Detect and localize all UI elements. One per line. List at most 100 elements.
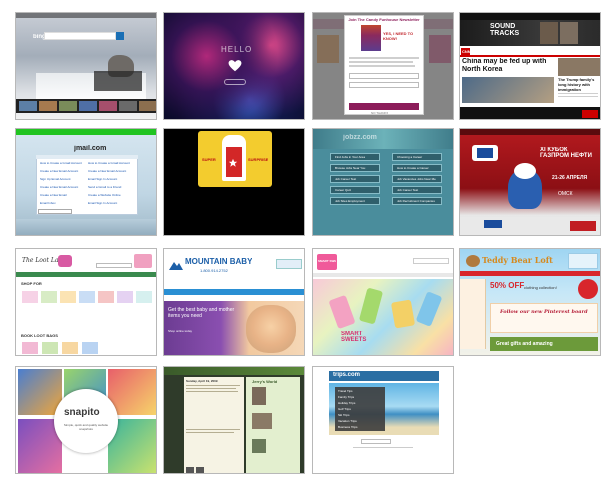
thumbnail-trips[interactable]: trips.com Travel Tips Family Trips Holid… [312, 366, 454, 474]
menu-item-6[interactable]: Vacation Trips [338, 419, 382, 423]
link-5[interactable]: Create a New Email [40, 193, 86, 197]
candy-man-image [361, 25, 381, 51]
cell-5-label: Job Career Test [335, 177, 357, 181]
link-9[interactable]: Email Sign In Account [88, 177, 136, 181]
smart-sweets-logo-text: SMART SWEETS [318, 259, 336, 263]
cell-10-label: Job Recruitment Companies [397, 199, 435, 203]
thumbnail-gazprom-hockey[interactable]: XI КУБОК ГАЗПРОМ НЕФТИ 21-26 АПРЕЛЯ ОМСК [459, 128, 601, 236]
blog-header [164, 367, 304, 375]
event-dates: 21-26 АПРЕЛЯ [552, 175, 588, 181]
search-input[interactable] [96, 263, 132, 268]
hero-brand-text: SMART SWEETS [341, 331, 367, 343]
menu-item-1[interactable]: Travel Tips [338, 389, 382, 393]
thumbnail-cnn-soundtracks[interactable]: SOUND TRACKS CNN China may be fed up wit… [459, 12, 601, 120]
blog-title: Jerry's World [252, 379, 278, 384]
promo-text: 50% OFF [490, 281, 525, 290]
thumbnail-bing[interactable]: bing [15, 12, 157, 120]
footer-ticker [460, 107, 600, 119]
search-button[interactable] [116, 32, 124, 40]
headline-image [462, 77, 554, 103]
link-2[interactable]: Create a New Email Account [40, 169, 86, 173]
phone-number: 1.800.914.2752 [200, 268, 228, 273]
snapito-tagline: Simple, quick and quality website snapsh… [63, 423, 109, 431]
link-8[interactable]: Create a New Email Account [88, 169, 136, 173]
search-input[interactable] [361, 439, 391, 444]
pinterest-text: Follow our new Pinterest board [500, 309, 588, 315]
name-field[interactable] [349, 82, 419, 88]
link-10[interactable]: Send a Gmail to a Friend [88, 185, 136, 189]
left-sidebar [460, 279, 486, 349]
thumbnail-snapito[interactable]: snapito Simple, quick and quality websit… [15, 366, 157, 474]
cell-3-label: Browse Jobs Near You [335, 166, 366, 170]
promo-sub: clothing collection! [524, 285, 557, 290]
cell-8-label: Job Career Test [397, 188, 419, 192]
subscribe-button[interactable] [349, 103, 419, 110]
link-1[interactable]: How to Create a Gmail Account [40, 161, 86, 165]
thumbnail-newsletter-popup[interactable]: Join The Candy Funhouse Newsletter YES, … [312, 12, 454, 120]
hero-subtext: Shop online today [168, 329, 193, 333]
menu-item-2[interactable]: Family Trips [338, 395, 382, 399]
thumbnail-jmail[interactable]: jmail.com How to Create a Gmail Account … [15, 128, 157, 236]
cell-4-label: How to Create a Career [397, 166, 429, 170]
cell-1-label: Find Jobs in Your Area [335, 155, 366, 159]
link-7[interactable]: How to Create a Gmail Account [88, 161, 136, 165]
book-loot-bags-heading: BOOK LOOT BAGS [21, 333, 58, 338]
no-thanks-link[interactable]: NO THANKS [371, 111, 388, 115]
cup-title: XI КУБОК ГАЗПРОМ НЕФТИ [540, 147, 592, 159]
thumbnail-loot-lady[interactable]: The Loot Lady SHOP FOR BOOK LOOT BAGS [15, 248, 157, 356]
careers-logo: jobzz.com [343, 134, 377, 141]
thumbnail-card-character[interactable]: SUPER SURPRISE [163, 128, 305, 236]
search-input[interactable] [413, 258, 449, 264]
email-field[interactable] [349, 73, 419, 79]
cell-7-label: Career Quiz [335, 188, 352, 192]
search-input[interactable] [44, 32, 116, 40]
modal-header: Join The Candy Funhouse Newsletter [348, 17, 420, 22]
menu-item-4[interactable]: Golf Trips [338, 407, 382, 411]
nav-bar [460, 271, 600, 276]
snapito-logo: snapito [64, 407, 100, 418]
side-headline[interactable]: The Trump family's long history with imm… [558, 77, 600, 92]
thumbnail-space-heart[interactable]: HELLO [163, 12, 305, 120]
mountain-baby-logo: MOUNTAIN BABY [185, 257, 253, 266]
main-headline[interactable]: China may be fed up with North Korea [462, 58, 554, 74]
mountain-logo-icon [169, 257, 183, 270]
nav-bar [16, 272, 156, 277]
heart-icon [228, 59, 242, 73]
thumbnail-careers[interactable]: jobzz.com Find Jobs in Your Area Choosin… [312, 128, 454, 236]
cell-2-label: Choosing a Career [397, 155, 423, 159]
menu-item-7[interactable]: Business Trips [338, 425, 382, 429]
hello-text: HELLO [221, 45, 253, 54]
menu-item-5[interactable]: Ski Trips [338, 413, 382, 417]
modal-cta-text: YES, I NEED TO KNOW! [383, 31, 414, 41]
banner-title: SOUND TRACKS [490, 23, 520, 37]
link-3[interactable]: Sign Up Email Account [40, 177, 86, 181]
teddy-bear-loft-logo: Teddy Bear Loft [482, 255, 553, 265]
link-6[interactable]: Email Inbox [40, 201, 86, 205]
search-input[interactable] [38, 209, 72, 214]
trips-logo: trips.com [333, 372, 361, 378]
hero-text: Get the best baby and mother items you n… [168, 307, 235, 319]
shop-for-heading: SHOP FOR [21, 281, 42, 286]
event-city: ОМСК [558, 191, 573, 197]
card-left-text: SUPER [202, 157, 216, 162]
cnn-top-bar [460, 13, 600, 20]
thumbnail-teddy-bear-loft[interactable]: Teddy Bear Loft 50% OFF clothing collect… [459, 248, 601, 356]
post-date: Sunday, April 19, 2009 [186, 379, 218, 383]
pinterest-banner[interactable] [490, 303, 598, 333]
cell-6-label: Job Vacancies Jobs Near Me [397, 177, 436, 181]
nav-bar [164, 289, 304, 295]
baby-photo [246, 305, 296, 353]
thumbnail-smart-sweets[interactable]: SMART SWEETS SMART SWEETS [312, 248, 454, 356]
top-green-bar [16, 129, 156, 135]
author-photo [252, 387, 266, 405]
link-4[interactable]: Create a New Email Account [40, 185, 86, 189]
card-right-text: SURPRISE [248, 157, 269, 162]
link-11[interactable]: Create a Website Online [88, 193, 136, 197]
snapito-badge [54, 389, 118, 453]
link-12[interactable]: Email Sign In Account [88, 201, 136, 205]
thumbnail-jerrys-world[interactable]: Sunday, April 19, 2009 Jerry's World [163, 366, 305, 474]
thumbnail-mountain-baby[interactable]: MOUNTAIN BABY 1.800.914.2752 Get the bes… [163, 248, 305, 356]
footer-text: Great gifts and amazing [496, 341, 553, 347]
menu-item-3[interactable]: Holiday Trips [338, 401, 382, 405]
star-icon [228, 155, 238, 167]
